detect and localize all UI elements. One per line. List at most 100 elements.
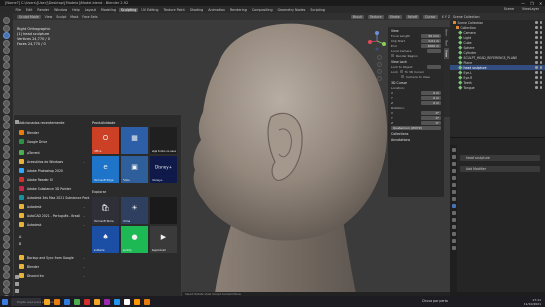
perspective-toggle-icon[interactable]: [377, 76, 382, 81]
tool-mask-icon[interactable]: [3, 212, 10, 219]
tool-grab-icon[interactable]: [3, 129, 10, 137]
tab-geometry-nodes[interactable]: Geometry Nodes: [276, 8, 307, 12]
start-menu-app[interactable]: Blender: [19, 128, 39, 137]
camera-icon[interactable]: [539, 81, 542, 84]
tool-multiplane-scrape-icon[interactable]: [3, 114, 10, 122]
cursor-x-field[interactable]: 0 m: [421, 91, 441, 95]
start-tile[interactable]: ● Spotify: [121, 226, 148, 253]
taskbar-app-icon[interactable]: [144, 298, 150, 305]
menu-face-sets[interactable]: Face Sets: [82, 15, 97, 19]
eye-icon[interactable]: [535, 46, 538, 49]
user-icon[interactable]: [15, 275, 19, 279]
lock-cursor-checkbox[interactable]: [399, 70, 403, 73]
camera-to-view-checkbox[interactable]: [401, 75, 404, 78]
navigation-gizmo[interactable]: [366, 30, 388, 52]
view-layer-label[interactable]: ViewLayer: [522, 7, 539, 11]
scene-label[interactable]: Scene: [504, 7, 514, 11]
annotations-section-title[interactable]: Annotations: [391, 138, 441, 142]
taskbar-app-icon[interactable]: [124, 298, 130, 305]
start-menu-folder[interactable]: Discord Inc ⌄: [19, 271, 86, 280]
brush-dropdown[interactable]: Brush: [350, 14, 364, 19]
properties-tab-scene-icon[interactable]: [451, 176, 456, 180]
tab-texture-paint[interactable]: Texture Paint: [162, 8, 186, 12]
taskbar-app-icon[interactable]: [54, 298, 60, 305]
outliner-item[interactable]: Tongue: [450, 85, 545, 90]
tool-inflate-icon[interactable]: [3, 62, 10, 69]
eye-icon[interactable]: [535, 31, 538, 34]
tab-view[interactable]: View: [444, 47, 449, 59]
start-menu-folder[interactable]: Blender ⌄: [19, 262, 86, 271]
letter-header[interactable]: B: [19, 242, 21, 246]
clip-start-field[interactable]: 0.01 m: [421, 39, 441, 43]
cursor-dropdown[interactable]: Cursor: [423, 14, 438, 19]
system-clock[interactable]: 17:11 11/10/2021: [524, 298, 541, 306]
tool-blob-icon[interactable]: [3, 69, 10, 77]
tool-nudge-icon[interactable]: [3, 167, 10, 174]
tab-animation[interactable]: Animation: [207, 8, 227, 12]
start-tile[interactable]: [150, 197, 177, 224]
taskbar-search[interactable]: Digite aqui para pesquisar: [11, 297, 57, 306]
rotation-y-field[interactable]: 0°: [421, 116, 441, 120]
properties-tab-physics-icon[interactable]: [451, 218, 456, 222]
documents-icon[interactable]: [15, 282, 19, 286]
start-tile[interactable]: Veja todos os seus emails em um único lu…: [150, 127, 177, 154]
eye-icon[interactable]: [535, 26, 538, 29]
3d-cursor-section-title[interactable]: 3D Cursor: [391, 81, 441, 85]
tool-pose-icon[interactable]: [3, 159, 10, 167]
tab-layout[interactable]: Layout: [83, 8, 97, 12]
taskbar-app-icon[interactable]: [74, 298, 80, 305]
start-menu-app[interactable]: Autodesk 3ds Max 2021 Substance Pack: [19, 193, 89, 202]
visibility-toggle[interactable]: [532, 66, 542, 69]
camera-icon[interactable]: [539, 71, 542, 74]
camera-icon[interactable]: [539, 66, 542, 69]
taskbar-app-icon[interactable]: [64, 298, 70, 305]
menu-render[interactable]: Render: [36, 8, 51, 12]
view-lock-section-title[interactable]: View Lock: [391, 60, 441, 64]
visibility-toggle[interactable]: [532, 41, 542, 44]
rotation-z-field[interactable]: 0°: [421, 121, 441, 125]
clip-end-field[interactable]: 1000 m: [421, 44, 441, 48]
visibility-toggle[interactable]: [532, 76, 542, 79]
visibility-toggle[interactable]: [532, 31, 542, 34]
tab-shading[interactable]: Shading: [188, 8, 204, 12]
symmetry-axes[interactable]: X Y Z: [442, 15, 450, 19]
tool-mesh-filter-icon[interactable]: [3, 249, 10, 257]
taskbar-app-icon[interactable]: [114, 298, 120, 305]
properties-tab-constraints-icon[interactable]: [451, 225, 456, 229]
start-menu-app[interactable]: Google Drive: [19, 137, 47, 146]
properties-tab-data-icon[interactable]: [451, 232, 456, 236]
rotation-x-field[interactable]: 0°: [421, 111, 441, 115]
properties-tab-world-icon[interactable]: [451, 183, 456, 187]
visibility-toggle[interactable]: [532, 36, 542, 39]
eye-icon[interactable]: [535, 86, 538, 89]
visibility-toggle[interactable]: [532, 71, 542, 74]
start-tile[interactable]: O Office: [92, 127, 119, 154]
mode-dropdown[interactable]: Sculpt Mode: [17, 14, 41, 19]
tool-line-project-icon[interactable]: [3, 242, 10, 249]
properties-tab-material-icon[interactable]: [451, 239, 456, 243]
camera-view-icon[interactable]: [377, 69, 382, 74]
camera-icon[interactable]: [539, 86, 542, 89]
start-tile[interactable]: ▶ Reproduzir: [150, 226, 177, 253]
start-menu-app[interactable]: Adobe Photoshop 2020: [19, 166, 63, 175]
start-menu-folder[interactable]: Backup and Sync from Google ⌄: [19, 253, 86, 262]
visibility-toggle[interactable]: [532, 56, 542, 59]
tab-rendering[interactable]: Rendering: [229, 8, 249, 12]
start-menu-folder[interactable]: Acessórios do Windows ⌄: [19, 157, 86, 166]
tool-clay-strips-icon[interactable]: [3, 39, 10, 47]
tool-fill-icon[interactable]: [3, 99, 10, 107]
tool-flatten-icon[interactable]: [3, 92, 10, 99]
tool-clay-icon[interactable]: [3, 32, 10, 39]
rotation-mode-dropdown[interactable]: Quaternion (WXYZ): [391, 126, 441, 130]
tool-cloth-icon[interactable]: [3, 197, 10, 204]
tab-compositing[interactable]: Compositing: [250, 8, 274, 12]
eye-icon[interactable]: [535, 21, 538, 24]
tool-draw-icon[interactable]: [3, 17, 10, 24]
cursor-y-field[interactable]: 0 m: [421, 96, 441, 100]
weather-status[interactable]: Chuva por perto: [422, 299, 448, 303]
tool-layer-icon[interactable]: [3, 54, 10, 62]
visibility-toggle[interactable]: [532, 86, 542, 89]
tool-transform-icon[interactable]: [3, 287, 10, 294]
stroke-dropdown[interactable]: Stroke: [387, 14, 402, 19]
start-menu-folder[interactable]: Autodesk ⌄: [19, 220, 86, 229]
